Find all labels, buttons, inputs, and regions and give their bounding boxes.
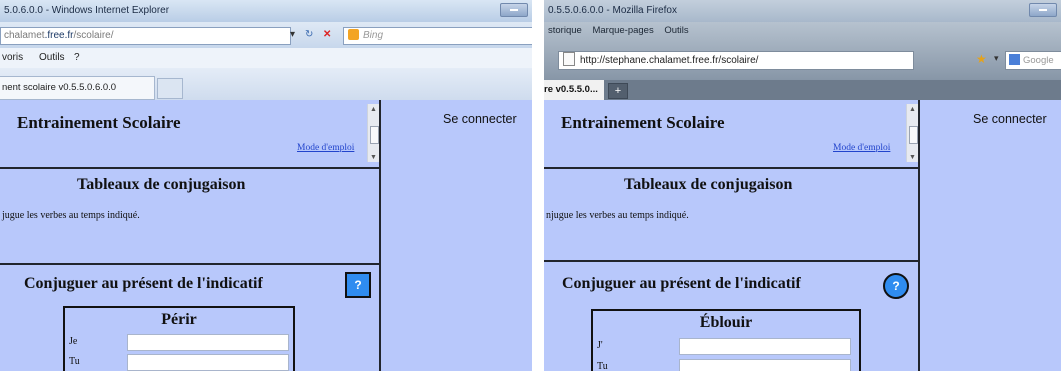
- exercise-divider: [544, 260, 918, 262]
- page-header: Entrainement Scolaire Mode d'emploi: [0, 100, 364, 166]
- scroll-down-icon[interactable]: ▼: [909, 153, 916, 161]
- pronoun: Tu: [597, 361, 608, 371]
- conjugation-input[interactable]: [679, 359, 851, 371]
- scroll-down-icon[interactable]: ▼: [370, 153, 377, 161]
- refresh-icon[interactable]: ↻: [305, 29, 313, 40]
- scroll-up-icon[interactable]: ▲: [909, 105, 916, 113]
- connect-link[interactable]: Se connecter: [973, 112, 1047, 126]
- address-dropdown-icon[interactable]: ▾: [994, 53, 999, 64]
- app-title: Entrainement Scolaire: [17, 113, 181, 132]
- help-button[interactable]: ?: [345, 272, 371, 298]
- pronoun: J': [597, 340, 603, 351]
- verb-title: Périr: [161, 311, 197, 328]
- stop-icon[interactable]: ✕: [323, 29, 331, 40]
- section-title: Tableaux de conjugaison: [624, 176, 793, 193]
- ff-title-bar: 0.5.5.0.6.0.0 - Mozilla Firefox: [544, 0, 1061, 22]
- address-domain: chalamet: [4, 30, 45, 41]
- pronoun: Tu: [69, 356, 80, 367]
- pronoun: Je: [69, 336, 78, 347]
- scroll-thumb[interactable]: [370, 126, 379, 144]
- conjugation-input[interactable]: [679, 338, 851, 355]
- page-content: Entrainement Scolaire Mode d'emploi ▲ ▼ …: [544, 100, 1061, 371]
- ff-menu-bar: storique Marque-pages Outils: [548, 25, 697, 36]
- page-header: Entrainement Scolaire Mode d'emploi: [544, 100, 904, 166]
- firefox-screenshot: 0.5.5.0.6.0.0 - Mozilla Firefox storique…: [544, 0, 1061, 371]
- app-title: Entrainement Scolaire: [561, 113, 725, 132]
- mode-emploi-link[interactable]: Mode d'emploi: [297, 143, 354, 153]
- minimize-icon[interactable]: [500, 3, 528, 17]
- menu-bookmarks[interactable]: Marque-pages: [592, 25, 653, 36]
- ie-address-bar: chalamet.free.fr/scolaire/ ▾ ↻ ✕ Bing: [0, 22, 532, 48]
- menu-history[interactable]: storique: [548, 25, 582, 36]
- mode-emploi-link[interactable]: Mode d'emploi: [833, 143, 890, 153]
- verb-box: Éblouir J' Tu: [591, 309, 861, 371]
- address-host: .free.fr: [44, 30, 74, 41]
- help-button[interactable]: ?: [883, 273, 909, 299]
- column-divider: [379, 100, 381, 371]
- exercise-title: Conjuguer au présent de l'indicatif: [24, 275, 263, 292]
- address-text: http://stephane.chalamet.free.fr/scolair…: [580, 55, 759, 66]
- scroll-thumb[interactable]: [909, 126, 918, 144]
- star-icon[interactable]: ★: [976, 52, 987, 66]
- conjugation-input[interactable]: [127, 334, 289, 351]
- conjugation-row: Tu: [65, 354, 293, 371]
- ie-tab-row: nent scolaire v0.5.5.0.6.0.0: [0, 68, 532, 101]
- instruction-text: jugue les verbes au temps indiqué.: [2, 210, 140, 221]
- tab-new[interactable]: [157, 78, 183, 99]
- exercise-title: Conjuguer au présent de l'indicatif: [562, 275, 801, 292]
- tab-active[interactable]: nent scolaire v0.5.5.0.6.0.0: [0, 76, 155, 100]
- section-divider: [0, 167, 379, 169]
- conjugation-input[interactable]: [127, 354, 289, 371]
- google-icon: [1009, 54, 1020, 65]
- conjugation-row: Tu: [593, 359, 859, 371]
- menu-tools[interactable]: Outils: [664, 25, 688, 36]
- ff-toolbar: storique Marque-pages Outils http://step…: [544, 22, 1061, 80]
- search-input[interactable]: Google: [1005, 51, 1061, 70]
- window-title: 5.0.6.0.0 - Windows Internet Explorer: [4, 5, 170, 16]
- section-title: Tableaux de conjugaison: [77, 176, 246, 193]
- column-divider: [918, 100, 920, 371]
- conjugation-row: J': [593, 338, 859, 356]
- search-input[interactable]: Bing: [343, 27, 532, 45]
- verb-title: Éblouir: [699, 314, 753, 331]
- window-title: 0.5.5.0.6.0.0 - Mozilla Firefox: [548, 5, 677, 16]
- address-dropdown-icon[interactable]: ▾: [290, 29, 295, 40]
- address-input[interactable]: http://stephane.chalamet.free.fr/scolair…: [558, 51, 914, 70]
- connect-link[interactable]: Se connecter: [443, 112, 517, 126]
- search-placeholder: Google: [1023, 55, 1054, 66]
- section-divider: [544, 167, 918, 169]
- bing-icon: [348, 29, 359, 40]
- ie-title-bar: 5.0.6.0.0 - Windows Internet Explorer: [0, 0, 532, 22]
- ie-menu-bar: voris Outils ?: [0, 48, 532, 69]
- verb-box: Périr Je Tu: [63, 306, 295, 371]
- ff-tab-row: re v0.5.5.0... +: [544, 80, 1061, 100]
- new-tab-button[interactable]: +: [608, 83, 628, 99]
- address-input[interactable]: chalamet.free.fr/scolaire/: [0, 27, 291, 45]
- page-icon: [563, 52, 575, 66]
- search-placeholder: Bing: [363, 30, 384, 41]
- menu-favorites[interactable]: voris: [2, 52, 23, 63]
- instruction-text: njugue les verbes au temps indiqué.: [546, 210, 689, 221]
- scroll-up-icon[interactable]: ▲: [370, 105, 377, 113]
- conjugation-row: Je: [65, 334, 293, 352]
- tab-active[interactable]: re v0.5.5.0...: [544, 80, 604, 100]
- exercise-divider: [0, 263, 379, 265]
- ie-screenshot: 5.0.6.0.0 - Windows Internet Explorer ch…: [0, 0, 532, 371]
- menu-tools[interactable]: Outils: [39, 52, 65, 63]
- page-content: Entrainement Scolaire Mode d'emploi ▲ ▼ …: [0, 100, 532, 371]
- minimize-icon[interactable]: [1029, 3, 1057, 17]
- address-path: /scolaire/: [73, 30, 114, 41]
- menu-help[interactable]: ?: [74, 52, 80, 63]
